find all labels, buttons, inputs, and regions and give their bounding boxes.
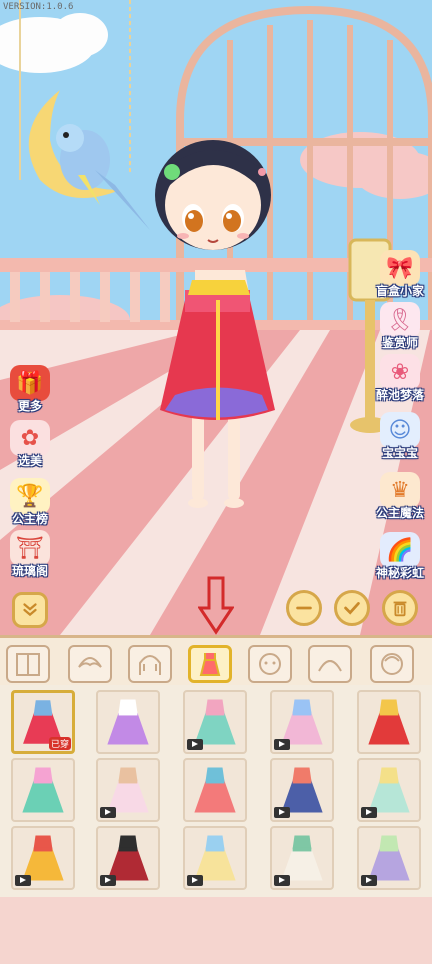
bottom-floor-strip <box>0 897 432 964</box>
gift-icon: 🎁 <box>10 365 50 401</box>
outfit-item[interactable] <box>357 758 421 822</box>
dress-thumbnail <box>22 767 64 813</box>
flower-icon: ❀ <box>380 354 420 390</box>
glass-pavilion-label: 琉璃阁 <box>11 564 48 578</box>
blind-box-icon: 🎀 <box>380 250 420 286</box>
video-unlock-icon <box>187 875 203 886</box>
confirm-button[interactable] <box>334 590 370 626</box>
video-unlock-icon <box>274 739 290 750</box>
dress-icon <box>199 653 221 676</box>
outfit-item[interactable] <box>357 690 421 754</box>
tab-face[interactable] <box>248 645 292 683</box>
princess-ranking-label: 公主榜 <box>11 512 48 526</box>
video-unlock-icon <box>274 875 290 886</box>
mystery-rainbow-button[interactable]: 🌈 神秘彩虹 <box>370 532 430 588</box>
hair-icon <box>139 655 161 675</box>
category-tab-bar <box>0 635 432 685</box>
beauty-contest-button[interactable]: ✿ 选美 <box>0 420 60 476</box>
outfit-item[interactable] <box>270 826 334 890</box>
hat-icon <box>318 660 342 672</box>
tab-head[interactable] <box>370 645 414 683</box>
video-unlock-icon <box>187 739 203 750</box>
fan-icon: ✿ <box>10 420 50 456</box>
tab-background[interactable] <box>6 645 50 683</box>
princess-magic-button[interactable]: ♛ 公主魔法 <box>370 472 430 528</box>
trophy-icon: 🏆 <box>10 478 50 514</box>
outfit-item[interactable] <box>270 758 334 822</box>
check-icon <box>344 602 360 615</box>
princess-magic-label: 公主魔法 <box>375 506 424 520</box>
worn-badge: 已穿 <box>48 737 71 750</box>
ribbon-icon: 🎗 <box>380 302 420 338</box>
video-unlock-icon <box>274 807 290 818</box>
more-label: 更多 <box>17 399 42 413</box>
video-unlock-icon <box>361 807 377 818</box>
princess-ranking-button[interactable]: 🏆 公主榜 <box>0 478 60 534</box>
video-unlock-icon <box>100 807 116 818</box>
glass-pavilion-button[interactable]: ⛩ 琉璃阁 <box>0 530 60 586</box>
baby-button[interactable]: ☺ 宝宝宝 <box>370 412 430 468</box>
outfit-item[interactable] <box>11 826 75 890</box>
outfit-item[interactable] <box>96 690 160 754</box>
bangs-icon <box>78 657 102 668</box>
dress-thumbnail <box>368 699 410 745</box>
pavilion-icon: ⛩ <box>10 530 50 566</box>
tab-back-hair[interactable] <box>128 645 172 683</box>
video-unlock-icon <box>361 875 377 886</box>
face-icon <box>259 653 281 675</box>
undo-button[interactable] <box>286 590 322 626</box>
delete-button[interactable] <box>382 590 418 626</box>
rainbow-icon: 🌈 <box>380 532 420 568</box>
outfit-item[interactable] <box>96 758 160 822</box>
outfit-grid: 已穿 <box>0 685 432 897</box>
video-unlock-icon <box>15 875 31 886</box>
outfit-item[interactable] <box>270 690 334 754</box>
mystery-rainbow-label: 神秘彩虹 <box>375 566 424 580</box>
video-unlock-icon <box>100 875 116 886</box>
dress-thumbnail <box>107 699 149 745</box>
collapse-menu-button[interactable] <box>12 592 48 628</box>
head-icon <box>381 653 403 675</box>
more-button[interactable]: 🎁 更多 <box>0 365 60 421</box>
outfit-item[interactable] <box>183 690 247 754</box>
outfit-item[interactable] <box>96 826 160 890</box>
down-arrow-icon <box>198 576 234 635</box>
blind-box-home-button[interactable]: 🎀 盲盒小家 <box>370 250 430 306</box>
outfit-item[interactable] <box>183 826 247 890</box>
dressup-scene: VERSION:1.0.6 🎁 更多 ✿ 选美 🏆 公主榜 ⛩ 琉璃阁 🎀 盲盒… <box>0 0 432 635</box>
dress-thumbnail <box>194 767 236 813</box>
outfit-item[interactable]: 已穿 <box>11 690 75 754</box>
baby-icon: ☺ <box>380 412 420 448</box>
tab-hat[interactable] <box>308 645 352 683</box>
princess-icon: ♛ <box>380 472 420 508</box>
outfit-item[interactable] <box>183 758 247 822</box>
room-background <box>0 0 432 635</box>
tab-bangs[interactable] <box>68 645 112 683</box>
blind-box-home-label: 盲盒小家 <box>375 284 424 298</box>
door-icon <box>16 653 40 676</box>
connoisseur-button[interactable]: 🎗 鉴赏师 <box>370 302 430 358</box>
outfit-item[interactable] <box>357 826 421 890</box>
trash-icon <box>393 601 407 617</box>
dream-pool-button[interactable]: ❀ 醉池梦落 <box>370 354 430 410</box>
version-label: VERSION:1.0.6 <box>3 2 74 12</box>
beauty-contest-label: 选美 <box>17 454 42 468</box>
dream-pool-label: 醉池梦落 <box>375 388 424 402</box>
connoisseur-label: 鉴赏师 <box>381 336 418 350</box>
chevron-collapse-icon <box>23 603 37 617</box>
minus-icon <box>296 606 312 610</box>
tab-dress[interactable] <box>188 645 232 683</box>
outfit-item[interactable] <box>11 758 75 822</box>
baby-label: 宝宝宝 <box>381 446 418 460</box>
